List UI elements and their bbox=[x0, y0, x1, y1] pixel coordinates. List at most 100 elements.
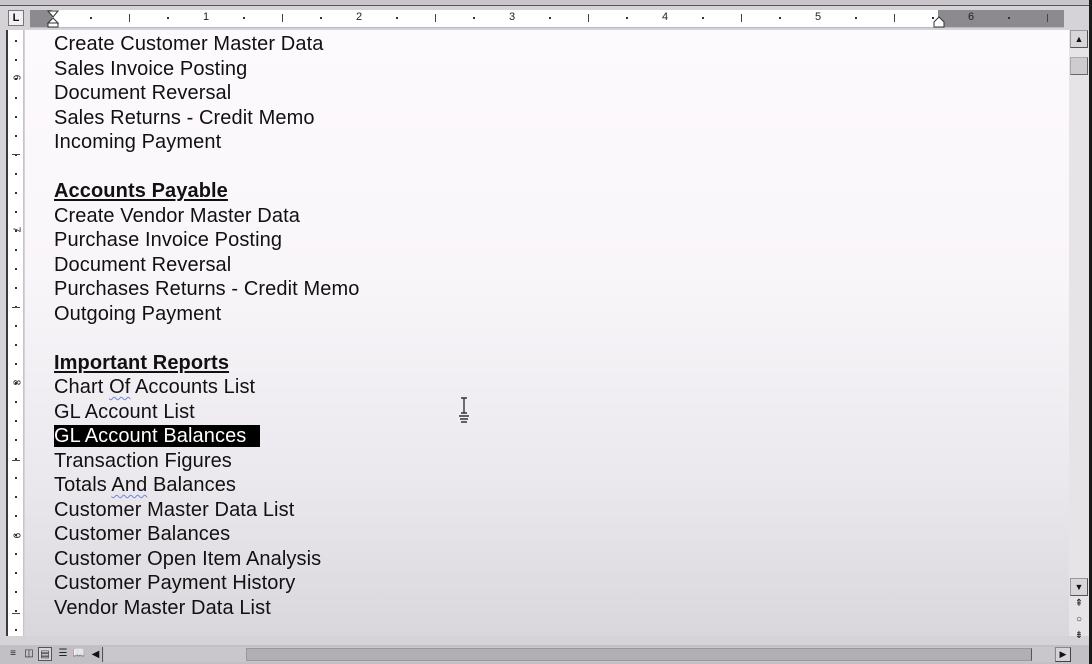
document-line[interactable]: Customer Master Data List bbox=[54, 498, 294, 522]
document-line[interactable]: Create Customer Master Data bbox=[54, 32, 323, 56]
horizontal-scroll-thumb[interactable] bbox=[246, 648, 1032, 661]
ruler-tick bbox=[15, 344, 17, 346]
ruler-tick bbox=[15, 591, 17, 593]
ruler-half-tick bbox=[893, 14, 895, 22]
ruler-tick bbox=[931, 17, 934, 19]
ruler-tick bbox=[15, 211, 17, 213]
document-line[interactable]: Customer Payment History bbox=[54, 571, 295, 595]
tab-stop-selector[interactable]: L bbox=[8, 10, 24, 26]
vertical-ruler[interactable]: 6 7 8 9 bbox=[6, 30, 24, 636]
ruler-tick bbox=[15, 135, 17, 137]
ruler-tick bbox=[549, 17, 552, 19]
ruler-tick bbox=[15, 553, 17, 555]
print-layout-view-button[interactable]: ▤ bbox=[38, 647, 52, 661]
reading-layout-view-button[interactable]: 📖 bbox=[72, 647, 86, 661]
ruler-tick bbox=[396, 17, 399, 19]
vertical-scrollbar[interactable]: ▲ ▼ ⇞ ○ ⇟ bbox=[1069, 30, 1089, 641]
text-cursor-icon bbox=[459, 397, 469, 423]
ruler-tick bbox=[15, 116, 17, 118]
ruler-tick bbox=[15, 496, 17, 498]
bottom-bar: ≡ ◫ ▤ ☰ 📖 ◀ ▶ bbox=[0, 645, 1089, 664]
line-text: Totals bbox=[54, 474, 112, 496]
ruler-number: 4 bbox=[661, 11, 669, 23]
ruler-tick bbox=[15, 401, 17, 403]
ruler-tick bbox=[90, 17, 93, 19]
ruler-tick bbox=[15, 439, 17, 441]
ruler-number: 2 bbox=[355, 11, 363, 23]
first-line-indent-marker[interactable] bbox=[47, 10, 59, 28]
scroll-up-button[interactable]: ▲ bbox=[1070, 30, 1088, 48]
ruler-number: 8 bbox=[10, 379, 22, 386]
ruler-number: 9 bbox=[10, 532, 22, 539]
ruler-tick bbox=[625, 17, 628, 19]
vertical-scroll-thumb[interactable] bbox=[1070, 57, 1088, 75]
document-line[interactable]: Incoming Payment bbox=[54, 130, 221, 154]
text-selection[interactable]: GL Account Balances bbox=[54, 425, 261, 447]
next-page-button[interactable]: ⇟ bbox=[1072, 630, 1086, 642]
grammar-squiggle-word[interactable]: Of bbox=[109, 376, 130, 398]
ruler-tick bbox=[166, 17, 169, 19]
ruler-tick bbox=[15, 363, 17, 365]
document-line[interactable]: Sales Returns - Credit Memo bbox=[54, 106, 315, 130]
right-indent-marker[interactable] bbox=[933, 16, 945, 28]
document-line[interactable]: GL Account List bbox=[54, 400, 195, 424]
previous-page-button[interactable]: ⇞ bbox=[1072, 598, 1086, 610]
ruler-half-tick bbox=[1046, 14, 1048, 22]
line-text: Balances bbox=[147, 474, 237, 496]
document-line[interactable]: Transaction Figures bbox=[54, 449, 232, 473]
ruler-tick bbox=[15, 325, 17, 327]
scroll-left-button[interactable]: ◀ bbox=[89, 647, 103, 662]
document-line[interactable]: Purchases Returns - Credit Memo bbox=[54, 277, 359, 301]
ruler-tick bbox=[15, 420, 17, 422]
select-browse-object-button[interactable]: ○ bbox=[1072, 614, 1086, 626]
ruler-tick bbox=[15, 192, 17, 194]
grammar-squiggle-word[interactable]: And bbox=[111, 474, 147, 496]
ruler-tick bbox=[15, 572, 17, 574]
ruler-tick bbox=[15, 287, 17, 289]
section-heading[interactable]: Accounts Payable bbox=[54, 179, 228, 203]
ruler-half-tick bbox=[740, 14, 742, 22]
document-line[interactable]: Totals And Balances bbox=[54, 473, 236, 497]
web-layout-view-button[interactable]: ◫ bbox=[22, 647, 36, 661]
ruler-tick bbox=[15, 97, 17, 99]
document-page[interactable]: Create Customer Master Data Sales Invoice… bbox=[25, 30, 1069, 636]
ruler-tick bbox=[15, 515, 17, 517]
ruler-tick bbox=[472, 17, 475, 19]
ruler-tick bbox=[15, 629, 17, 631]
selected-text-line[interactable]: GL Account Balances bbox=[54, 424, 261, 448]
ruler-half-tick bbox=[434, 14, 436, 22]
document-line[interactable]: Chart Of Accounts List bbox=[54, 375, 255, 399]
document-line[interactable]: Document Reversal bbox=[54, 253, 231, 277]
document-line[interactable]: Purchase Invoice Posting bbox=[54, 228, 282, 252]
normal-view-button[interactable]: ≡ bbox=[6, 647, 20, 661]
document-line[interactable]: Customer Balances bbox=[54, 522, 230, 546]
ruler-tick bbox=[15, 249, 17, 251]
ruler-tick bbox=[15, 59, 17, 61]
ruler-tick bbox=[855, 17, 858, 19]
ruler-tick bbox=[702, 17, 705, 19]
section-heading[interactable]: Important Reports bbox=[54, 351, 229, 375]
ruler-right-margin bbox=[938, 10, 1064, 27]
ruler-number: 7 bbox=[10, 226, 22, 233]
ruler-number: 6 bbox=[967, 11, 975, 23]
ruler-tick bbox=[243, 17, 246, 19]
scroll-down-button[interactable]: ▼ bbox=[1070, 578, 1088, 596]
outline-view-button[interactable]: ☰ bbox=[56, 647, 70, 661]
ruler-half-tick bbox=[12, 154, 20, 155]
ruler-half-tick bbox=[128, 14, 130, 22]
ruler-tick bbox=[15, 40, 17, 42]
document-line[interactable]: Sales Invoice Posting bbox=[54, 57, 247, 81]
ruler-tick bbox=[778, 17, 781, 19]
horizontal-ruler[interactable]: 1 2 3 4 5 6 bbox=[30, 10, 1064, 28]
document-line[interactable]: Outgoing Payment bbox=[54, 302, 221, 326]
document-line[interactable]: Create Vendor Master Data bbox=[54, 204, 300, 228]
scroll-right-button[interactable]: ▶ bbox=[1055, 647, 1071, 662]
ruler-half-tick bbox=[12, 460, 20, 461]
ruler-half-tick bbox=[587, 14, 589, 22]
ruler-tick bbox=[1008, 17, 1011, 19]
ruler-tick bbox=[15, 477, 17, 479]
document-line[interactable]: Customer Open Item Analysis bbox=[54, 547, 321, 571]
document-line[interactable]: Vendor Master Data List bbox=[54, 596, 271, 620]
ruler-number: 1 bbox=[202, 11, 210, 23]
document-line[interactable]: Document Reversal bbox=[54, 81, 231, 105]
